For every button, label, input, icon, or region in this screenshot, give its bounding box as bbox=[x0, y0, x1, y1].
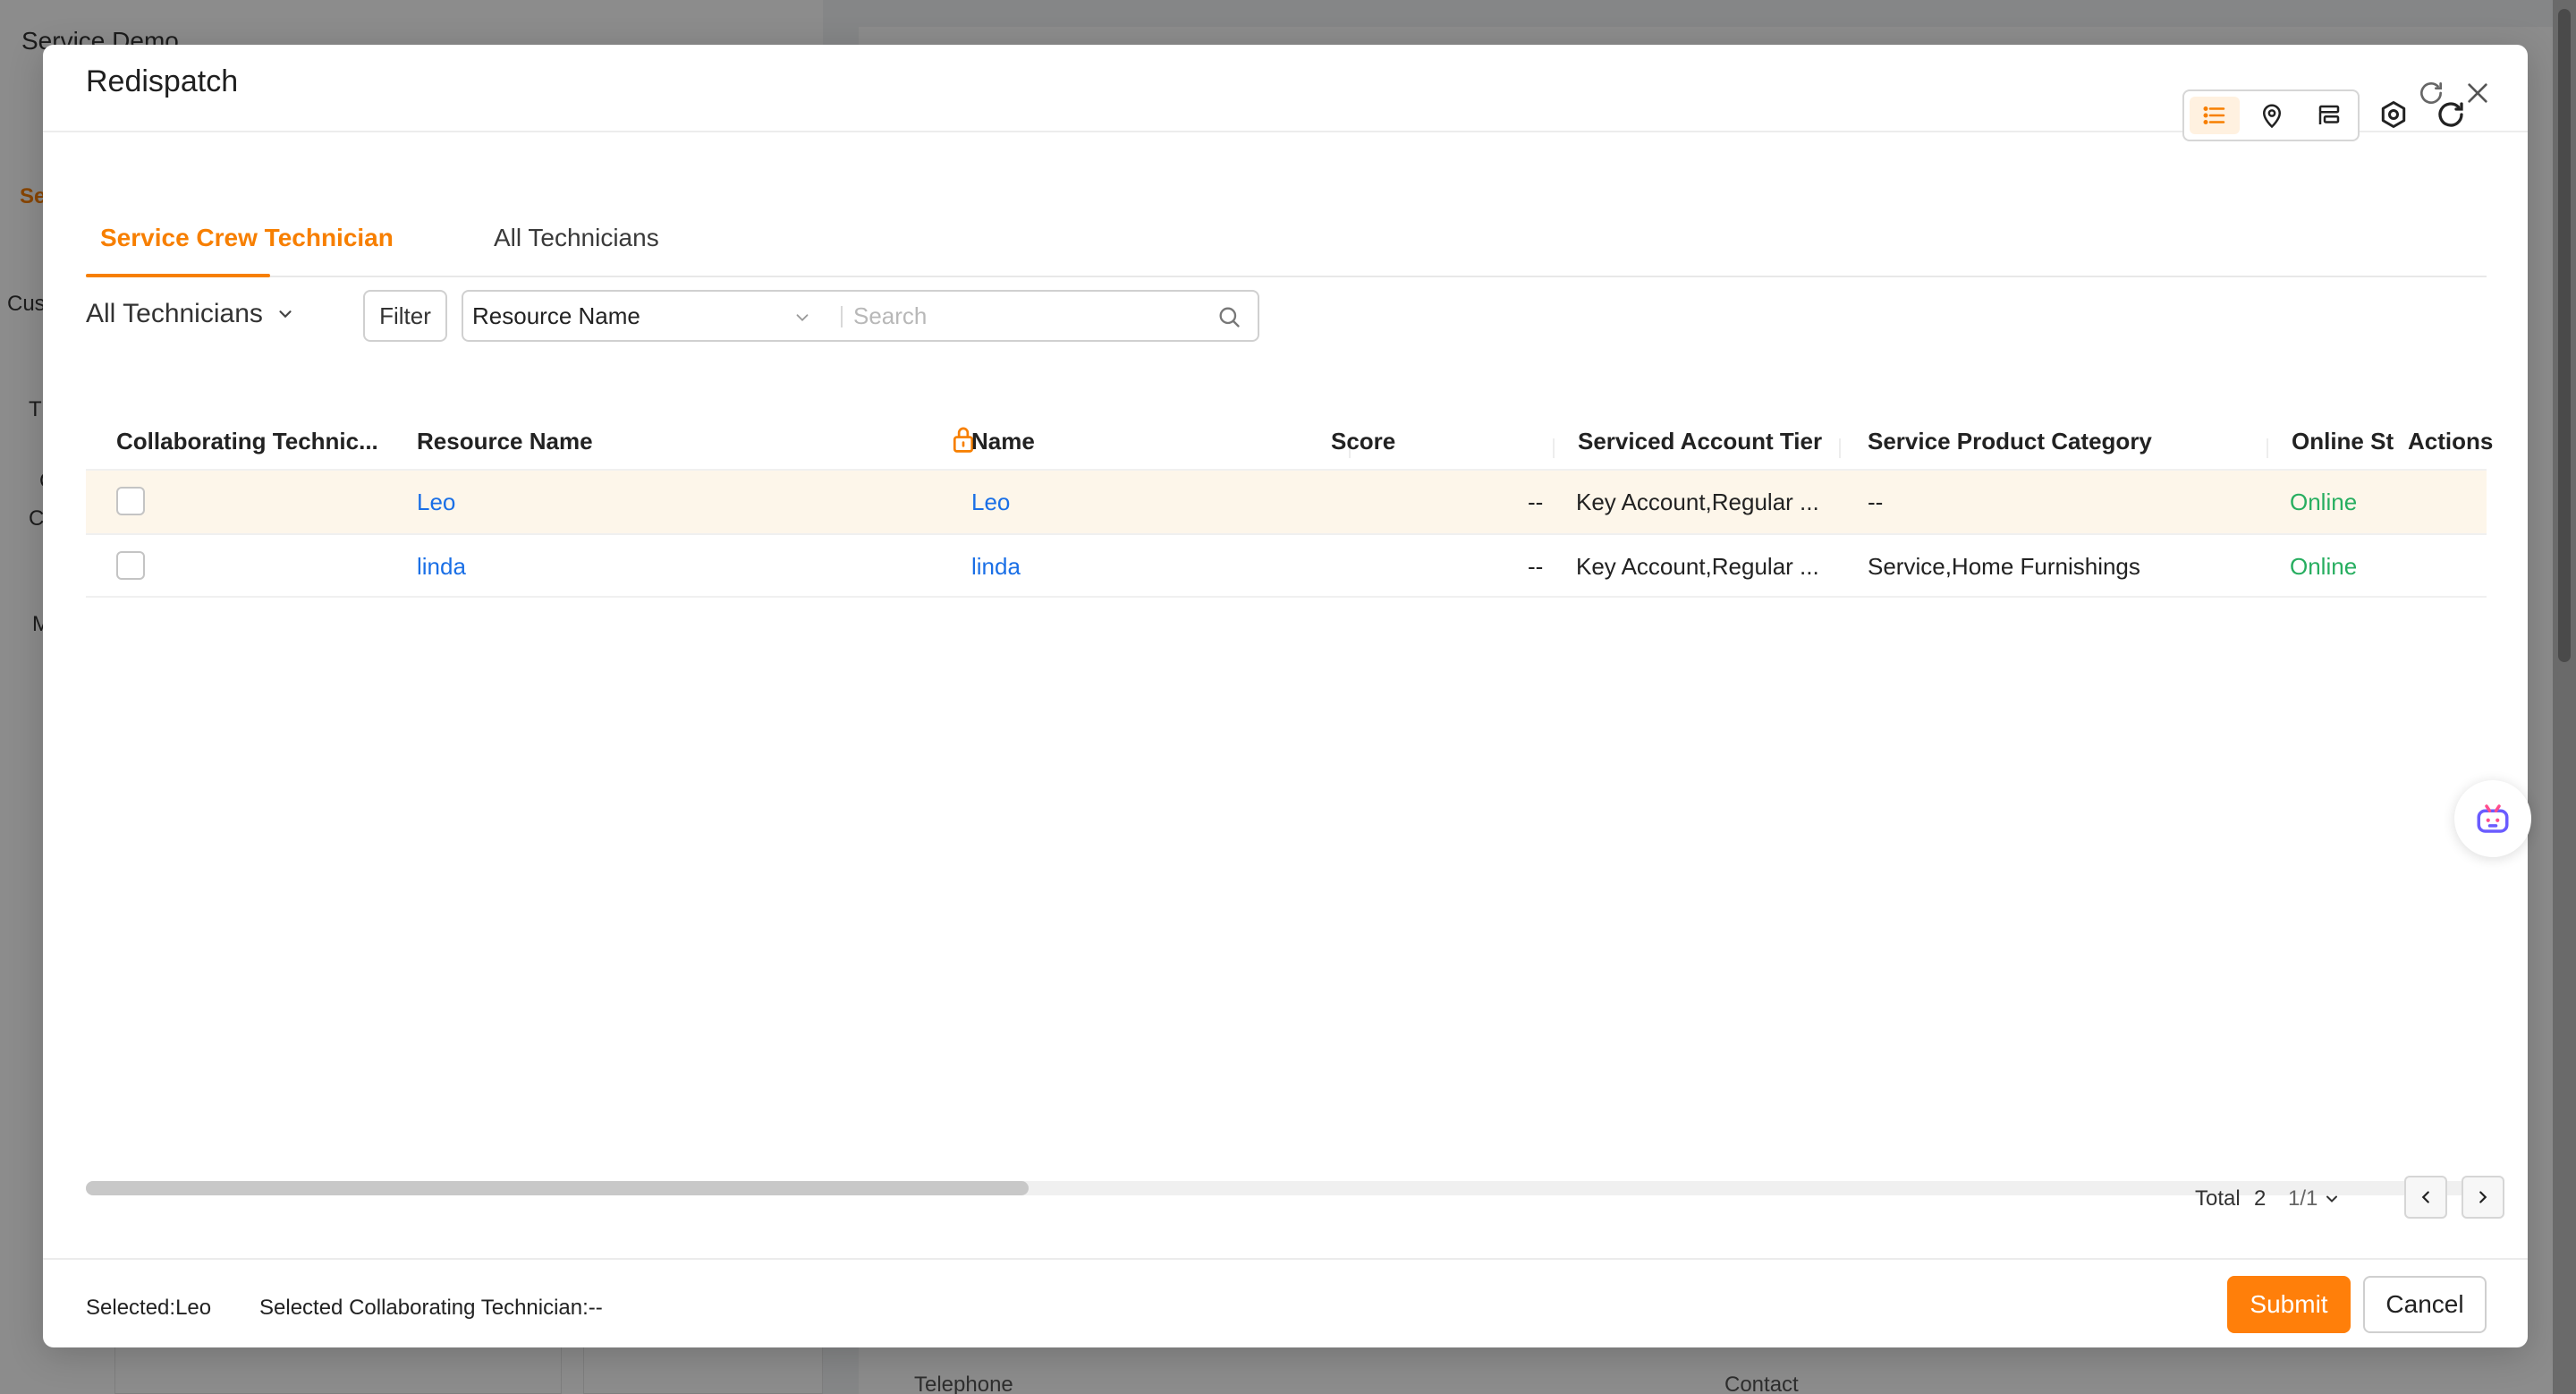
account-tier-cell: Key Account,Regular ... bbox=[1576, 489, 1819, 515]
modal-footer: Selected:Leo Selected Collaborating Tech… bbox=[43, 1258, 2528, 1347]
column-separator bbox=[1839, 438, 1841, 458]
product-category-cell: Service,Home Furnishings bbox=[1868, 553, 2140, 580]
view-dropdown-label: All Technicians bbox=[86, 299, 263, 328]
gantt-view-button[interactable] bbox=[2304, 97, 2354, 134]
horizontal-scrollbar[interactable] bbox=[86, 1181, 2487, 1195]
horizontal-scrollbar-thumb[interactable] bbox=[86, 1181, 1029, 1195]
tab-service-crew-technician[interactable]: Service Crew Technician bbox=[100, 224, 394, 252]
close-icon[interactable] bbox=[2463, 79, 2492, 107]
chevron-down-icon bbox=[2326, 1195, 2338, 1203]
score-cell: -- bbox=[1528, 553, 1544, 580]
gantt-icon bbox=[2318, 105, 2340, 124]
submit-button[interactable]: Submit bbox=[2227, 1276, 2351, 1333]
online-status-cell: Online bbox=[2290, 553, 2358, 580]
chevron-down-icon bbox=[279, 310, 292, 319]
settings-icon[interactable] bbox=[2377, 98, 2410, 131]
name-link[interactable]: linda bbox=[971, 553, 1021, 581]
resource-name-link[interactable]: linda bbox=[417, 553, 466, 581]
page-select[interactable]: 1/1 bbox=[2288, 1186, 2341, 1211]
next-page-button[interactable] bbox=[2462, 1176, 2504, 1219]
list-icon bbox=[2203, 106, 2225, 124]
redispatch-modal: Redispatch Service Crew Technician All T… bbox=[43, 45, 2528, 1347]
page-scrollbar-thumb[interactable] bbox=[2558, 9, 2571, 662]
table-header: Collaborating Technic... Resource Name N… bbox=[86, 408, 2493, 469]
column-header-score[interactable]: Score bbox=[1331, 428, 1395, 455]
previous-page-button[interactable] bbox=[2404, 1176, 2447, 1219]
view-mode-switch bbox=[2182, 89, 2360, 141]
search-field-select[interactable]: Resource Name bbox=[472, 292, 830, 340]
active-tab-indicator bbox=[86, 274, 270, 277]
product-category-cell: -- bbox=[1868, 489, 1884, 515]
toolbar: All Technicians Filter Resource Name bbox=[86, 286, 2487, 349]
column-header-serviced-account-tier[interactable]: Serviced Account Tier bbox=[1578, 428, 1822, 455]
table-row[interactable]: Leo Leo -- Key Account,Regular ... -- On… bbox=[86, 469, 2487, 533]
map-view-button[interactable] bbox=[2247, 97, 2297, 134]
column-header-resource-name[interactable]: Resource Name bbox=[417, 428, 593, 455]
pagination: Total 2 1/1 bbox=[2190, 1169, 2504, 1219]
column-header-name[interactable]: Name bbox=[971, 428, 1035, 455]
pagination-total-count: 2 bbox=[2254, 1186, 2267, 1211]
search-icon[interactable] bbox=[1216, 304, 1241, 329]
name-link[interactable]: Leo bbox=[971, 489, 1010, 516]
column-header-service-product-category[interactable]: Service Product Category bbox=[1868, 428, 2152, 455]
row-checkbox[interactable] bbox=[116, 487, 145, 515]
online-status-cell: Online bbox=[2290, 489, 2358, 515]
assistant-button[interactable] bbox=[2454, 780, 2531, 857]
tab-bar: Service Crew Technician All Technicians bbox=[86, 179, 2487, 277]
tab-all-technicians[interactable]: All Technicians bbox=[494, 224, 659, 252]
modal-title: Redispatch bbox=[86, 64, 239, 98]
page-select-value: 1/1 bbox=[2288, 1186, 2318, 1211]
reload-icon[interactable] bbox=[2435, 98, 2467, 131]
cancel-button[interactable]: Cancel bbox=[2363, 1276, 2487, 1333]
selected-technician-text: Selected:Leo bbox=[86, 1296, 212, 1320]
chevron-down-icon bbox=[796, 314, 809, 322]
filter-button[interactable]: Filter bbox=[363, 290, 447, 342]
column-header-collaborating-technician[interactable]: Collaborating Technic... bbox=[116, 428, 402, 455]
map-pin-icon bbox=[2262, 104, 2282, 129]
table-row[interactable]: linda linda -- Key Account,Regular ... S… bbox=[86, 533, 2487, 598]
search-separator bbox=[841, 306, 843, 327]
column-separator bbox=[2267, 438, 2268, 458]
technician-table: Collaborating Technic... Resource Name N… bbox=[86, 408, 2493, 598]
view-dropdown[interactable]: All Technicians bbox=[86, 299, 295, 329]
page-scrollbar[interactable] bbox=[2553, 0, 2576, 1394]
column-header-actions: Actions bbox=[2408, 428, 2494, 455]
robot-icon bbox=[2477, 804, 2509, 833]
chevron-left-icon bbox=[2421, 1191, 2429, 1203]
search-input[interactable] bbox=[853, 295, 1211, 336]
row-checkbox[interactable] bbox=[116, 551, 145, 580]
search-field-select-value: Resource Name bbox=[472, 302, 640, 329]
resource-name-link[interactable]: Leo bbox=[417, 489, 455, 516]
selected-collaborating-technician-text: Selected Collaborating Technician:-- bbox=[259, 1296, 603, 1320]
modal-header: Redispatch bbox=[43, 45, 2528, 132]
search-group: Resource Name bbox=[462, 290, 1259, 342]
pagination-total-label: Total bbox=[2195, 1186, 2241, 1211]
list-view-button[interactable] bbox=[2190, 97, 2240, 134]
column-header-online-status[interactable]: Online St bbox=[2292, 428, 2394, 455]
column-separator bbox=[1553, 438, 1555, 458]
account-tier-cell: Key Account,Regular ... bbox=[1576, 553, 1819, 580]
chevron-right-icon bbox=[2479, 1191, 2487, 1203]
score-cell: -- bbox=[1528, 489, 1544, 515]
